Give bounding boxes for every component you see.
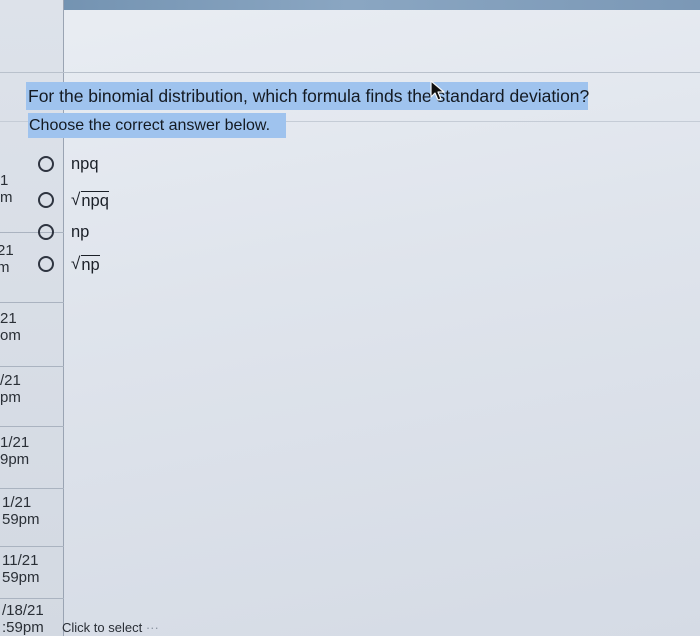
square-root-icon: √ — [71, 190, 81, 209]
sidebar-entry-time: :59pm — [2, 619, 44, 636]
choice-expression: npq — [81, 190, 109, 210]
choice-label: np — [71, 223, 89, 242]
question-text: For the binomial distribution, which for… — [26, 82, 589, 110]
sidebar-entry[interactable]: /18/21 :59pm — [2, 602, 62, 636]
sidebar-entry-time: 59pm — [2, 569, 40, 586]
sidebar-divider — [0, 302, 64, 303]
sidebar-divider — [0, 598, 64, 599]
radio-button-icon[interactable] — [38, 192, 54, 208]
answer-choice-npq[interactable]: npq — [38, 150, 198, 178]
sidebar-divider — [0, 426, 64, 427]
sidebar-entry-time: om — [0, 327, 21, 344]
answer-choice-np[interactable]: np — [38, 218, 198, 246]
sidebar-divider — [0, 488, 64, 489]
sidebar-entry-time: 59pm — [2, 511, 40, 528]
choice-label: √ np — [71, 254, 100, 274]
choice-expression: np — [81, 254, 100, 274]
radio-button-icon[interactable] — [38, 224, 54, 240]
radio-button-icon[interactable] — [38, 156, 54, 172]
sidebar-entry-time: pm — [0, 389, 21, 406]
sidebar-entry-date: 11/21 — [2, 552, 39, 569]
footer-hint-fade: ··· — [142, 620, 159, 635]
sidebar-divider — [0, 546, 64, 547]
footer-hint: Click to select ··· — [62, 620, 159, 635]
answer-choice-sqrt-npq[interactable]: √ npq — [38, 186, 198, 214]
sidebar-entry[interactable]: 21 om — [0, 310, 60, 344]
choice-label: √ npq — [71, 190, 109, 210]
choice-expression: np — [71, 222, 90, 241]
sidebar-entry-date: /21 — [0, 372, 21, 389]
sidebar-entry[interactable]: 1/21 59pm — [2, 494, 62, 528]
answer-choice-sqrt-np[interactable]: √ np — [38, 250, 198, 278]
sidebar-entry-date: 21 — [0, 310, 17, 327]
content-divider — [0, 72, 700, 73]
sidebar-divider — [0, 366, 64, 367]
choice-expression: npq — [71, 154, 99, 173]
square-root-icon: √ — [71, 254, 81, 273]
radio-button-icon[interactable] — [38, 256, 54, 272]
mouse-pointer-icon — [430, 80, 445, 101]
sidebar-entry-date: 1/21 — [0, 434, 30, 451]
sidebar-entry-date: 1/21 — [2, 494, 32, 511]
footer-hint-text: Click to select — [62, 620, 143, 635]
answer-instruction: Choose the correct answer below. — [28, 113, 286, 138]
sidebar-entry[interactable]: 1/21 9pm — [0, 434, 60, 468]
sidebar-entry[interactable]: 11/21 59pm — [2, 552, 62, 586]
sidebar-entry[interactable]: /21 pm — [0, 372, 60, 406]
sidebar-entry-date: /18/21 — [2, 602, 44, 619]
choice-label: npq — [71, 155, 99, 174]
top-toolbar-strip — [0, 0, 700, 10]
sidebar-entry-time: 9pm — [0, 451, 30, 468]
